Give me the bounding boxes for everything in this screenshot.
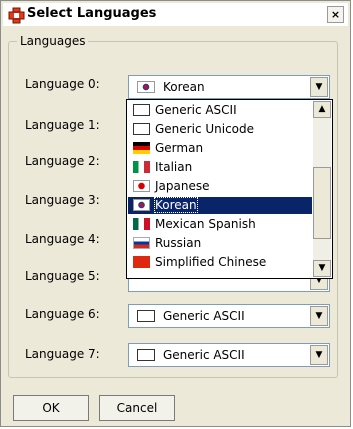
app-icon	[8, 7, 25, 24]
ok-button[interactable]: OK	[13, 395, 89, 421]
japan-flag-icon	[133, 180, 150, 192]
language-0-value: Korean	[163, 80, 205, 94]
generic-ascii-icon	[133, 104, 150, 116]
korea-flag-icon	[133, 199, 150, 211]
language-1-label: Language 1:	[25, 118, 100, 132]
list-item-mexican-spanish[interactable]: Mexican Spanish	[128, 216, 312, 233]
select-languages-dialog: Select Languages × Languages Language 0:…	[0, 0, 351, 427]
dropdown-scrollbar[interactable]: ▲ ▼	[313, 101, 331, 277]
italy-flag-icon	[133, 161, 150, 173]
scroll-up-button[interactable]: ▲	[313, 101, 331, 118]
title-bar: Select Languages ×	[3, 3, 348, 26]
china-flag-icon	[133, 256, 150, 268]
list-item-generic-ascii[interactable]: Generic ASCII	[128, 102, 312, 119]
language-5-label: Language 5:	[25, 269, 100, 283]
chevron-down-icon[interactable]: ▼	[310, 77, 328, 97]
list-item-german[interactable]: German	[128, 140, 312, 157]
cancel-button[interactable]: Cancel	[99, 395, 175, 421]
language-4-label: Language 4:	[25, 232, 100, 246]
chevron-down-icon[interactable]: ▼	[310, 345, 328, 365]
language-6-label: Language 6:	[25, 307, 100, 321]
window-title: Select Languages	[27, 6, 157, 21]
language-6-value: Generic ASCII	[163, 309, 245, 323]
language-7-combo[interactable]: Generic ASCII ▼	[128, 343, 330, 367]
language-3-label: Language 3:	[25, 193, 100, 207]
list-item-japanese[interactable]: Japanese	[128, 178, 312, 195]
russia-flag-icon	[133, 237, 150, 249]
language-0-label: Language 0:	[25, 77, 100, 91]
list-item-simplified-chinese[interactable]: Simplified Chinese	[128, 254, 312, 271]
language-2-label: Language 2:	[25, 154, 100, 168]
germany-flag-icon	[133, 142, 150, 154]
mexico-flag-icon	[133, 218, 150, 230]
list-item-italian[interactable]: Italian	[128, 159, 312, 176]
language-dropdown-list[interactable]: Generic ASCII Generic Unicode German Ita…	[126, 99, 333, 279]
language-7-label: Language 7:	[25, 347, 100, 361]
korea-flag-icon	[137, 81, 155, 93]
language-0-combo[interactable]: Korean ▼	[128, 75, 330, 99]
generic-ascii-icon	[137, 310, 155, 322]
list-item-generic-unicode[interactable]: Generic Unicode	[128, 121, 312, 138]
generic-ascii-icon	[137, 349, 155, 361]
chevron-down-icon[interactable]: ▼	[310, 306, 328, 326]
language-6-combo[interactable]: Generic ASCII ▼	[128, 304, 330, 328]
list-item-korean[interactable]: Korean	[128, 197, 312, 214]
list-item-russian[interactable]: Russian	[128, 235, 312, 252]
scroll-down-button[interactable]: ▼	[313, 260, 331, 277]
scroll-thumb[interactable]	[313, 167, 331, 239]
generic-unicode-icon	[133, 123, 150, 135]
close-button[interactable]: ×	[327, 6, 344, 23]
language-7-value: Generic ASCII	[163, 348, 245, 362]
languages-group-title: Languages	[17, 34, 89, 48]
